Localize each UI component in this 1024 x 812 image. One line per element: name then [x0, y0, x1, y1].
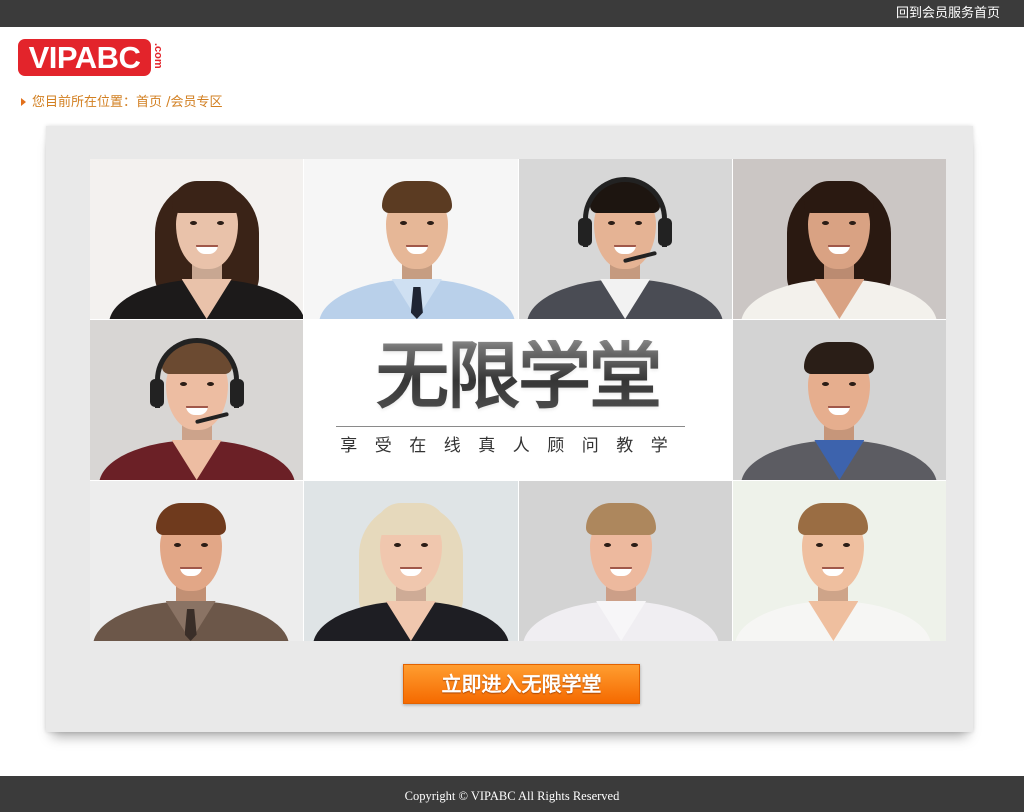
portrait-eye-left: [173, 543, 181, 547]
banner-slogan: 无限学堂 享受在线真人顾问教学: [304, 320, 732, 480]
enter-classroom-button[interactable]: 立即进入无限学堂: [403, 664, 640, 704]
teacher-photo-5: [90, 320, 304, 480]
vipabc-logo[interactable]: VIPABC .com: [18, 39, 164, 77]
portrait-headset: [149, 338, 244, 408]
breadcrumb-prefix: 您目前所在位置：: [32, 95, 137, 110]
copyright-text: Copyright © VIPABC All Rights Reserved: [404, 789, 620, 803]
banner-title: 无限学堂: [304, 340, 732, 414]
portrait-hair-top: [804, 181, 875, 213]
portrait-hair-top: [375, 503, 446, 535]
teacher-photo-3: [518, 159, 732, 319]
promo-panel: 无限学堂 享受在线真人顾问教学 立即进入无限学堂: [46, 126, 973, 732]
banner-divider: [336, 426, 686, 427]
breadcrumb-separator: /: [162, 95, 171, 110]
portrait-eye-left: [189, 221, 197, 225]
portrait-hair-top: [171, 181, 242, 213]
portrait-hair-top: [798, 503, 869, 535]
footer: Copyright © VIPABC All Rights Reserved: [0, 776, 1024, 812]
breadcrumb-current[interactable]: 会员专区: [171, 95, 223, 110]
teacher-photo-grid: 无限学堂 享受在线真人顾问教学: [90, 159, 946, 641]
teacher-photo-1: [90, 159, 304, 319]
portrait-eye-right: [420, 543, 428, 547]
breadcrumb-home-link[interactable]: 首页: [136, 95, 162, 110]
teacher-photo-10: [732, 481, 946, 641]
portrait-hair-top: [804, 342, 875, 374]
teacher-photo-8: [304, 481, 518, 641]
teacher-photo-4: [732, 159, 946, 319]
portrait-eye-left: [399, 221, 407, 225]
teacher-photo-2: [304, 159, 518, 319]
member-service-home-link[interactable]: 回到会员服务首页: [896, 6, 1000, 21]
breadcrumb: 您目前所在位置：首页 /会员专区: [21, 95, 223, 111]
portrait-eye-right: [200, 543, 208, 547]
top-bar: 回到会员服务首页: [0, 0, 1024, 27]
portrait-eye-left: [393, 543, 401, 547]
portrait-hair-top: [586, 503, 657, 535]
teacher-photo-9: [518, 481, 732, 641]
portrait-eye-right: [426, 221, 434, 225]
logo-wordmark: VIPABC: [18, 39, 151, 76]
portrait-hair-top: [381, 181, 452, 213]
teacher-photo-6: [732, 320, 946, 480]
teacher-photo-7: [90, 481, 304, 641]
portrait-eye-right: [216, 221, 224, 225]
portrait-hair-top: [155, 503, 226, 535]
portrait-headset: [578, 177, 673, 247]
banner-subtitle: 享受在线真人顾问教学: [340, 436, 686, 456]
caret-right-icon: [21, 97, 26, 106]
logo-domain-suffix: .com: [152, 43, 164, 69]
